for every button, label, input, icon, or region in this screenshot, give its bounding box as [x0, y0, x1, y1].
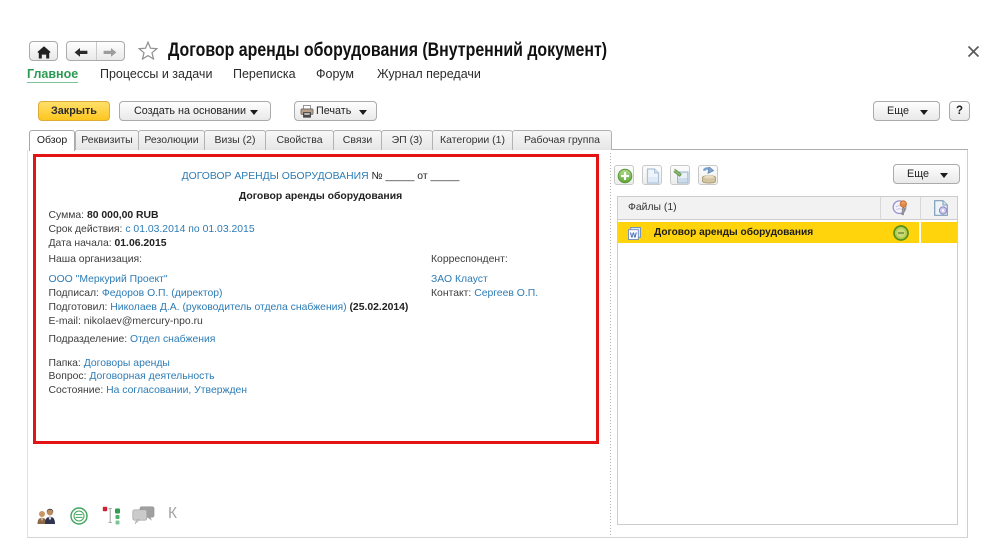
svg-text:W: W — [630, 231, 637, 240]
